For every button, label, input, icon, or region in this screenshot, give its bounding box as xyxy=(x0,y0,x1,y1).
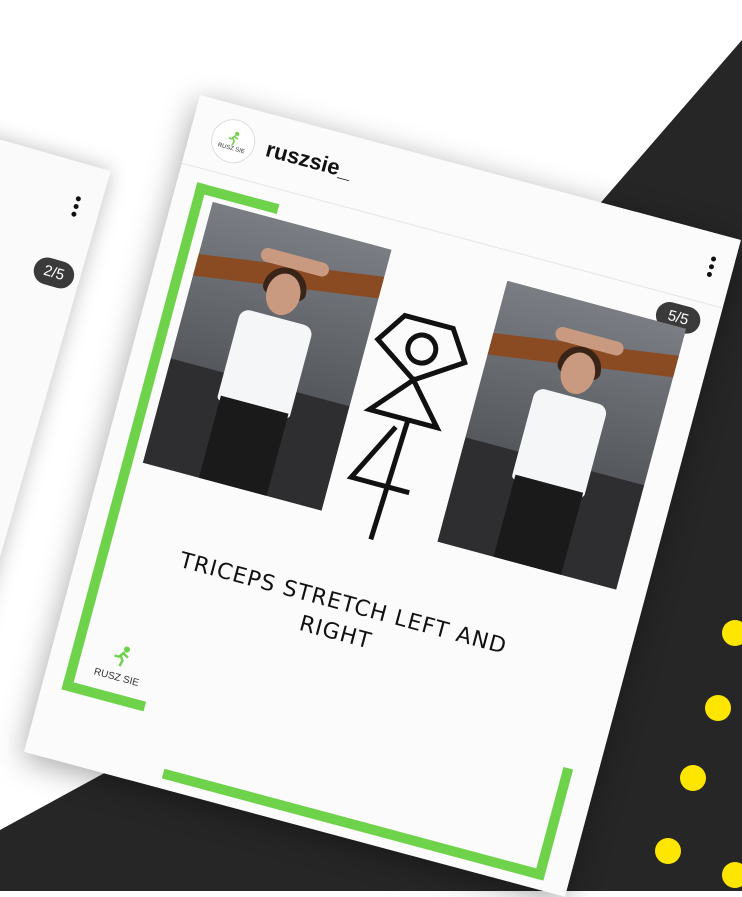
decor-dot xyxy=(655,838,681,864)
post-caption: TRICEPS STRETCH LEFT AND RIGHT xyxy=(176,548,510,660)
decor-dot xyxy=(722,862,742,888)
avatar[interactable]: RUSZ SIE xyxy=(206,114,261,169)
green-frame xyxy=(533,766,574,881)
post-username[interactable]: ruszsie_ xyxy=(263,136,355,184)
carousel-counter: 2/5 xyxy=(30,254,78,292)
decor-dot xyxy=(680,765,706,791)
more-vertical-icon[interactable] xyxy=(704,253,718,280)
more-vertical-icon[interactable] xyxy=(68,192,83,220)
runner-icon xyxy=(114,646,130,667)
brand-logo-text: RUSZ SIE xyxy=(92,666,141,689)
decor-dot xyxy=(722,620,742,646)
decor-dot xyxy=(705,695,731,721)
